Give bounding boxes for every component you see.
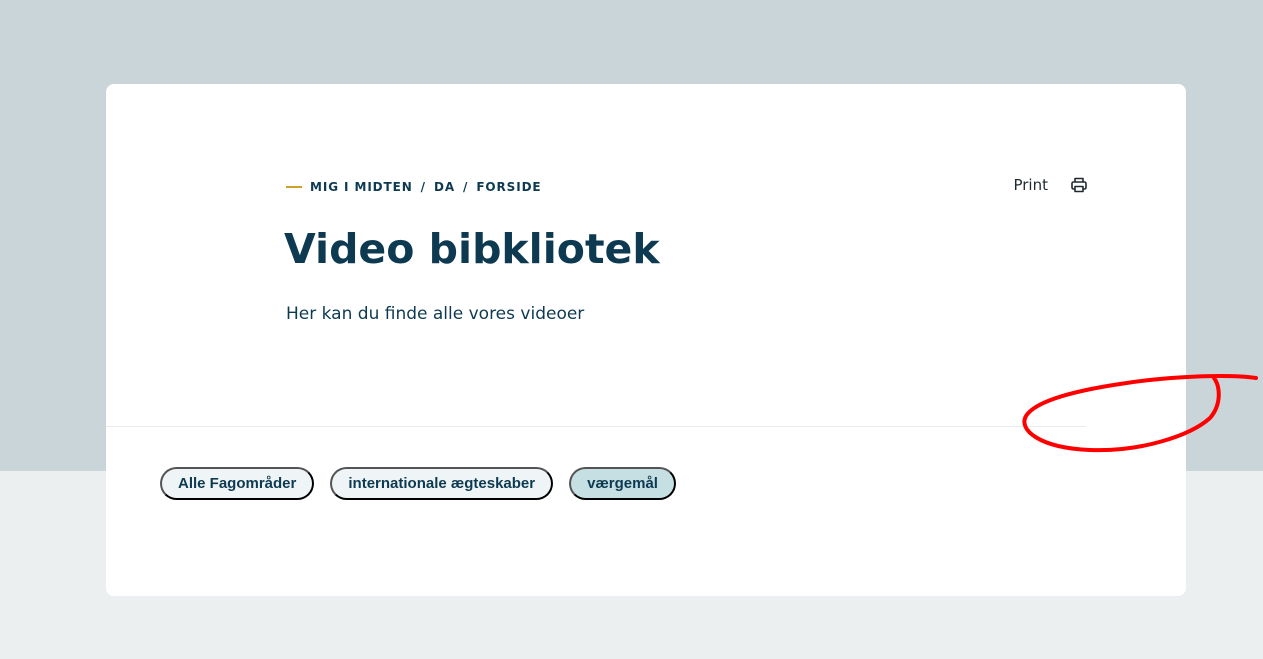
breadcrumb-item-mig-i-midten[interactable]: MIG I MIDTEN: [310, 180, 413, 194]
breadcrumb: MIG I MIDTEN / DA / FORSIDE: [286, 180, 542, 194]
page: MIG I MIDTEN / DA / FORSIDE Print Video …: [0, 0, 1263, 659]
filter-chips: Alle Fagområder internationale ægteskabe…: [160, 467, 676, 500]
section-divider: [106, 426, 1086, 427]
breadcrumb-separator: /: [463, 180, 469, 194]
content-card: MIG I MIDTEN / DA / FORSIDE Print Video …: [106, 84, 1186, 596]
breadcrumb-item-da[interactable]: DA: [434, 180, 455, 194]
printer-icon: [1070, 176, 1088, 194]
page-lead: Her kan du finde alle vores videoer: [286, 304, 585, 324]
filter-chip-internationale-aegteskaber[interactable]: internationale ægteskaber: [330, 467, 554, 500]
breadcrumb-separator: /: [420, 180, 426, 194]
breadcrumb-item-forside[interactable]: FORSIDE: [476, 180, 541, 194]
print-button[interactable]: Print: [1013, 176, 1088, 194]
page-title: Video bibkliotek: [284, 225, 660, 273]
filter-chip-vaergemaal[interactable]: værgemål: [569, 467, 676, 500]
print-label: Print: [1013, 176, 1048, 194]
breadcrumb-accent-line: [286, 186, 302, 188]
filter-chip-alle-fagomraader[interactable]: Alle Fagområder: [160, 467, 315, 500]
red-annotation-scribble: [1022, 374, 1258, 453]
